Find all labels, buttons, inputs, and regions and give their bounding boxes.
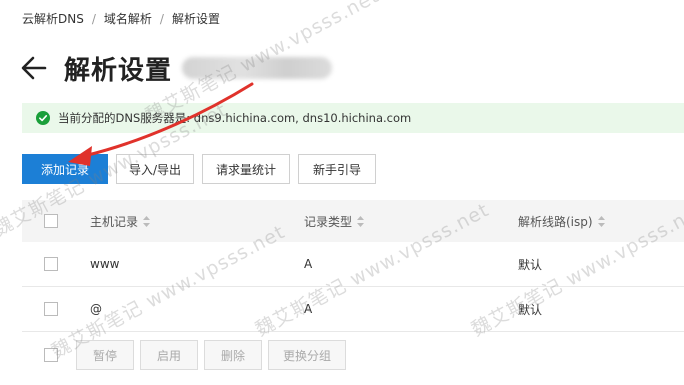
title-row: 解析设置 bbox=[20, 48, 333, 88]
column-header-type: 记录类型 bbox=[304, 214, 353, 229]
dns-server-notice: 当前分配的DNS服务器是: dns9.hichina.com, dns10.hi… bbox=[22, 103, 684, 133]
beginner-guide-button[interactable]: 新手引导 bbox=[298, 154, 376, 184]
bulk-actions-bar: 暂停 启用 删除 更换分组 bbox=[22, 340, 352, 370]
line-cell: 默认 bbox=[518, 302, 543, 317]
request-stats-button[interactable]: 请求量统计 bbox=[202, 154, 290, 184]
column-header-host: 主机记录 bbox=[90, 214, 139, 229]
change-group-button[interactable]: 更换分组 bbox=[268, 340, 346, 370]
breadcrumb-separator: / bbox=[91, 12, 96, 26]
import-export-button[interactable]: 导入/导出 bbox=[116, 154, 194, 184]
sort-icon[interactable] bbox=[597, 215, 605, 227]
table-header: 主机记录 记录类型 解析线路(isp) bbox=[22, 200, 684, 242]
breadcrumb-item-dns[interactable]: 云解析DNS bbox=[22, 12, 84, 26]
table-row: @ A 默认 bbox=[22, 287, 684, 332]
arrow-left-icon[interactable] bbox=[20, 54, 48, 82]
row-checkbox[interactable] bbox=[44, 302, 58, 316]
host-cell: @ bbox=[90, 302, 102, 316]
check-circle-icon bbox=[36, 111, 50, 125]
blurred-domain-name bbox=[182, 57, 333, 79]
table-row: www A 默认 bbox=[22, 242, 684, 287]
bulk-select-checkbox[interactable] bbox=[44, 348, 58, 362]
delete-button[interactable]: 删除 bbox=[204, 340, 262, 370]
select-all-checkbox[interactable] bbox=[44, 214, 58, 228]
pause-button[interactable]: 暂停 bbox=[76, 340, 134, 370]
page-title: 解析设置 bbox=[64, 55, 173, 86]
row-checkbox[interactable] bbox=[44, 257, 58, 271]
type-cell: A bbox=[304, 302, 313, 316]
breadcrumb-separator: / bbox=[159, 12, 164, 26]
sort-icon[interactable] bbox=[143, 215, 151, 227]
breadcrumb-item-current: 解析设置 bbox=[171, 12, 220, 26]
breadcrumb-item-domain-resolution[interactable]: 域名解析 bbox=[104, 12, 152, 26]
line-cell: 默认 bbox=[518, 257, 543, 272]
enable-button[interactable]: 启用 bbox=[140, 340, 198, 370]
breadcrumb: 云解析DNS / 域名解析 / 解析设置 bbox=[22, 10, 220, 27]
column-header-line: 解析线路(isp) bbox=[518, 214, 593, 229]
host-cell: www bbox=[90, 257, 120, 271]
records-table: 主机记录 记录类型 解析线路(isp) www A 默认 @ A 默认 bbox=[22, 200, 684, 332]
type-cell: A bbox=[304, 257, 313, 271]
toolbar: 添加记录 导入/导出 请求量统计 新手引导 bbox=[22, 154, 384, 184]
notice-text: 当前分配的DNS服务器是: dns9.hichina.com, dns10.hi… bbox=[58, 111, 412, 125]
sort-icon[interactable] bbox=[357, 215, 365, 227]
add-record-button[interactable]: 添加记录 bbox=[22, 154, 108, 184]
